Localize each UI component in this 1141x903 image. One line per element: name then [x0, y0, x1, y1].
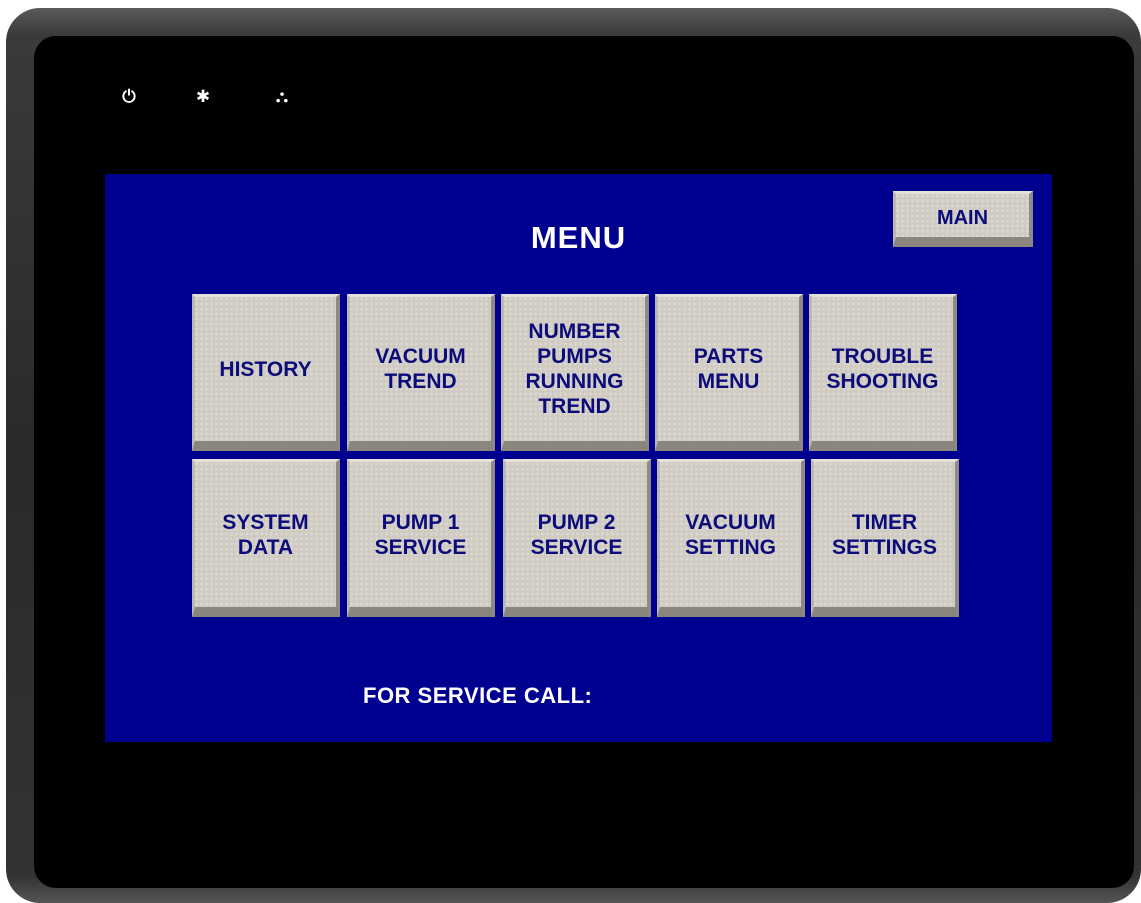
parts-menu-button[interactable]: PARTS MENU	[655, 294, 803, 451]
timer-settings-button[interactable]: TIMER SETTINGS	[811, 459, 959, 617]
status-asterisk-icon: ✱	[195, 87, 211, 107]
vacuum-trend-button[interactable]: VACUUM TREND	[347, 294, 495, 451]
system-data-button[interactable]: SYSTEM DATA	[192, 459, 340, 617]
hmi-screen: MENU MAIN HISTORY VACUUM TREND NUMBER PU…	[105, 174, 1052, 742]
main-button[interactable]: MAIN	[893, 191, 1033, 247]
vacuum-setting-button[interactable]: VACUUM SETTING	[657, 459, 805, 617]
pump-1-service-button[interactable]: PUMP 1 SERVICE	[347, 459, 495, 617]
power-icon: ⏻	[122, 87, 136, 107]
pump-2-service-button[interactable]: PUMP 2 SERVICE	[503, 459, 651, 617]
network-icon: ⛬	[276, 87, 288, 107]
history-button[interactable]: HISTORY	[192, 294, 340, 451]
troubleshooting-button[interactable]: TROUBLE SHOOTING	[809, 294, 957, 451]
service-call-label: FOR SERVICE CALL:	[363, 683, 593, 708]
number-pumps-running-trend-button[interactable]: NUMBER PUMPS RUNNING TREND	[501, 294, 649, 451]
